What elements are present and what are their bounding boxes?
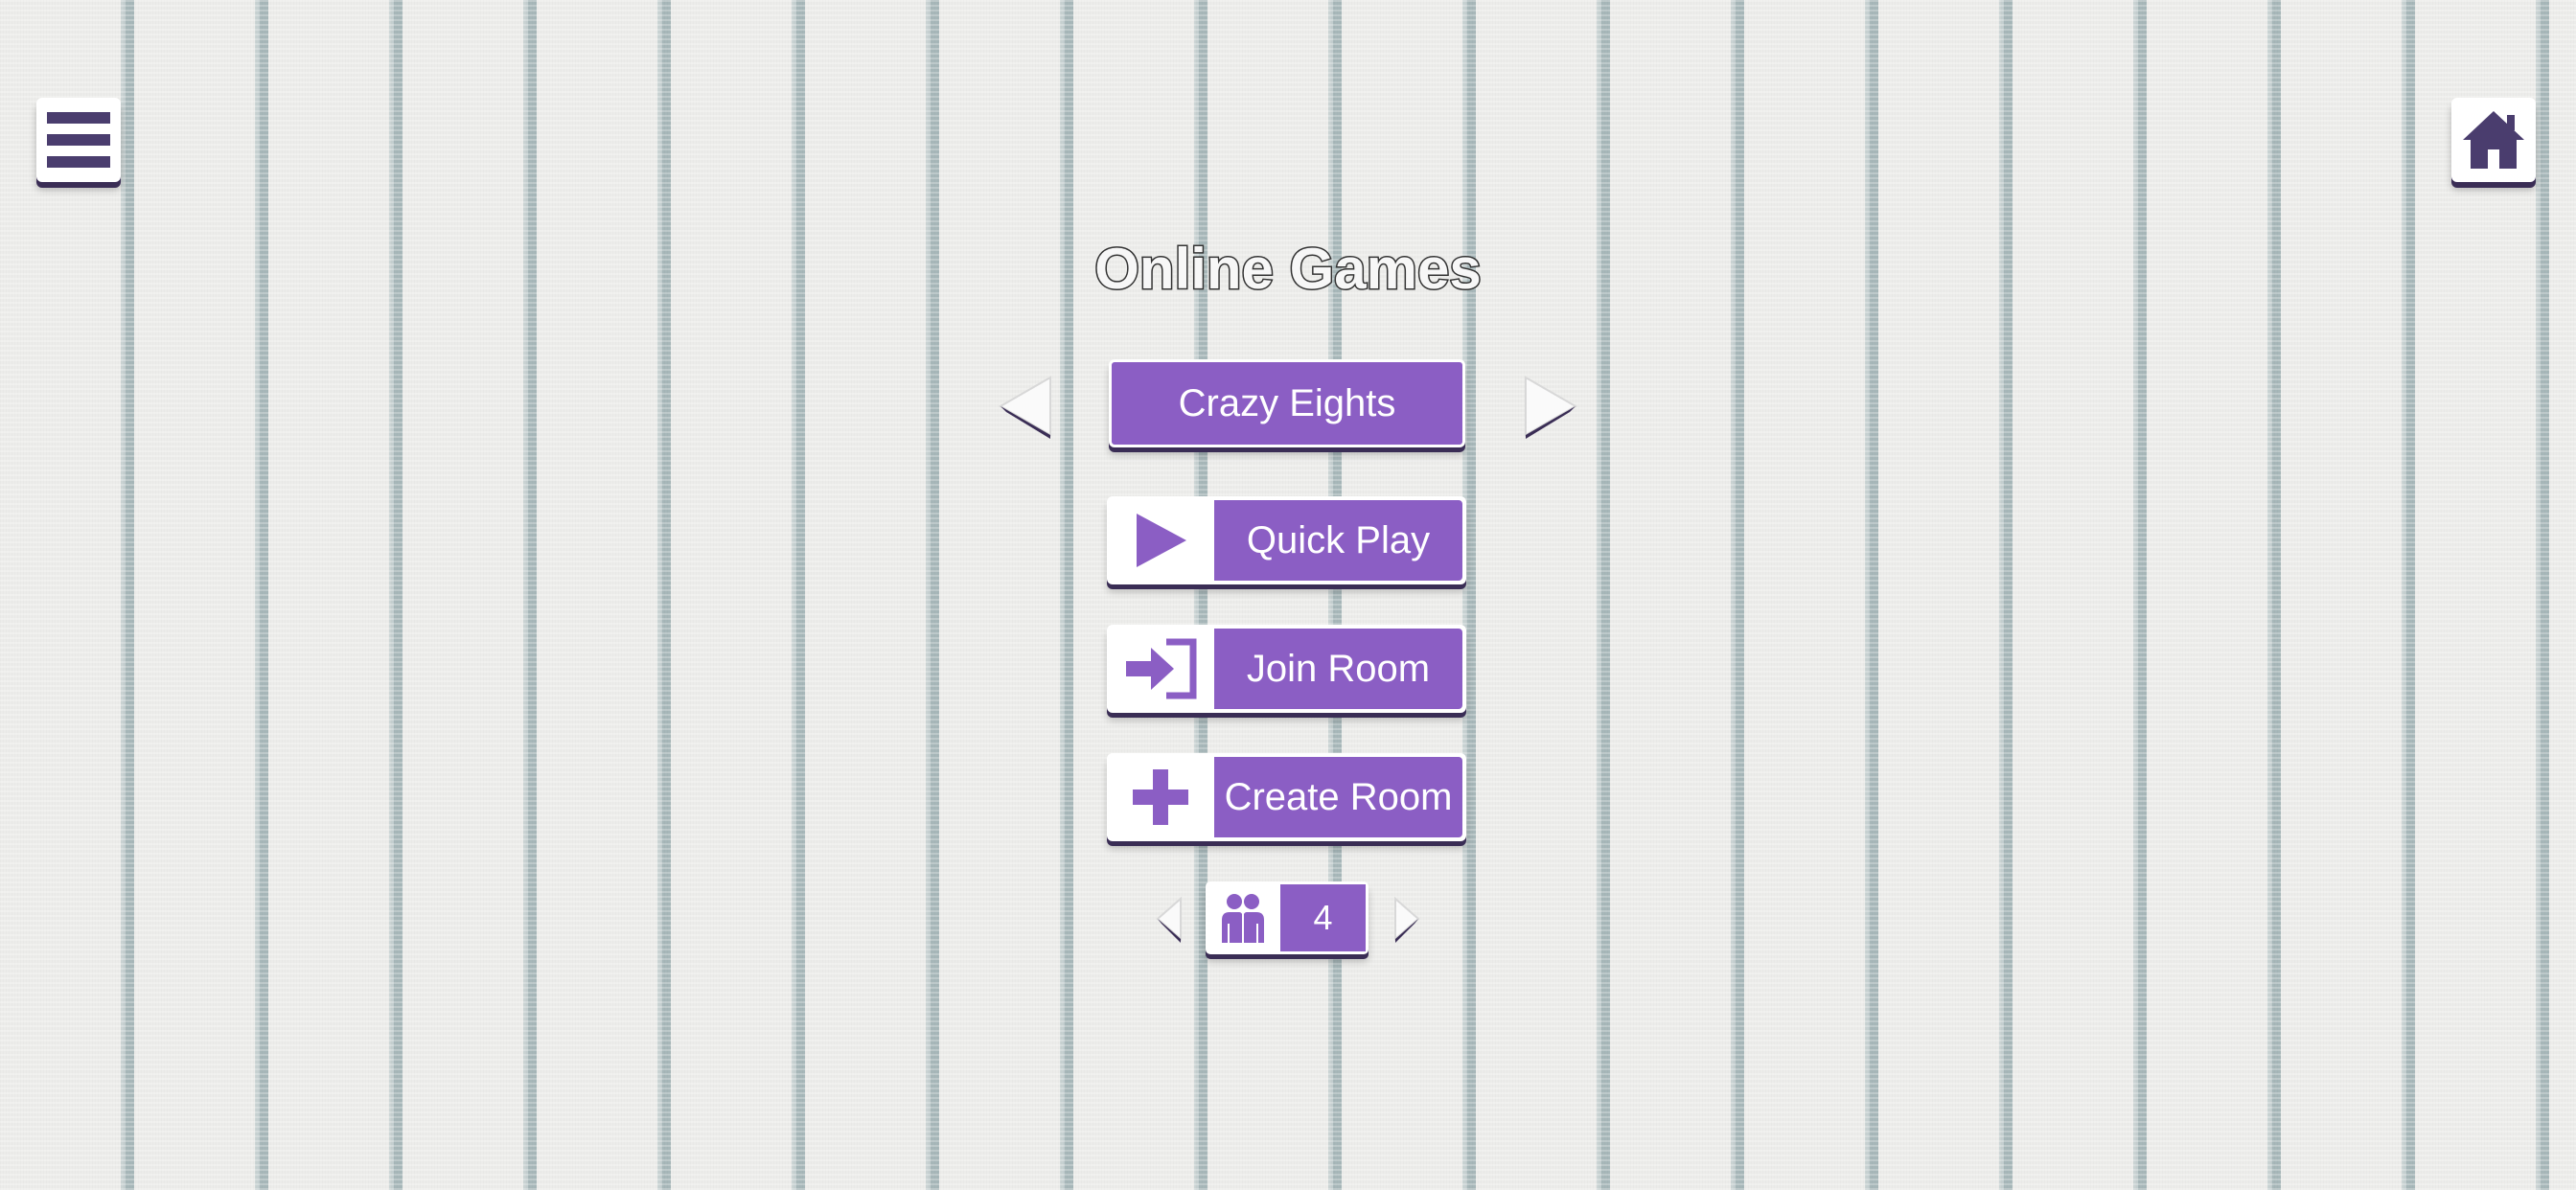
quick-play-label: Quick Play	[1214, 500, 1462, 581]
players-icon	[1222, 894, 1264, 943]
play-icon	[1137, 514, 1186, 567]
players-icon-cell	[1206, 881, 1280, 954]
create-room-icon-cell	[1107, 753, 1214, 841]
player-count-value: 4	[1280, 884, 1366, 951]
quick-play-button[interactable]: Quick Play	[1107, 496, 1466, 584]
quick-play-icon-cell	[1107, 496, 1214, 584]
create-room-button[interactable]: Create Room	[1107, 753, 1466, 841]
player-count-selector[interactable]: 4	[1206, 881, 1368, 954]
home-button[interactable]	[2451, 98, 2536, 182]
players-decrease-button[interactable]	[1154, 895, 1184, 945]
hamburger-menu-icon	[47, 112, 110, 168]
game-prev-button[interactable]	[997, 374, 1054, 439]
selected-game-label: Crazy Eights	[1178, 381, 1396, 424]
game-selector[interactable]: Crazy Eights	[1109, 359, 1465, 447]
background-texture	[0, 0, 2576, 1190]
game-next-button[interactable]	[1522, 374, 1579, 439]
join-room-button[interactable]: Join Room	[1107, 625, 1466, 713]
players-increase-button[interactable]	[1392, 895, 1422, 945]
plus-icon	[1133, 769, 1188, 825]
sign-in-icon	[1126, 638, 1197, 699]
create-room-label: Create Room	[1214, 757, 1462, 837]
menu-button[interactable]	[36, 98, 121, 182]
join-room-icon-cell	[1107, 625, 1214, 713]
page-title: Online Games	[1093, 236, 1483, 303]
home-icon	[2463, 111, 2524, 169]
join-room-label: Join Room	[1214, 629, 1462, 709]
